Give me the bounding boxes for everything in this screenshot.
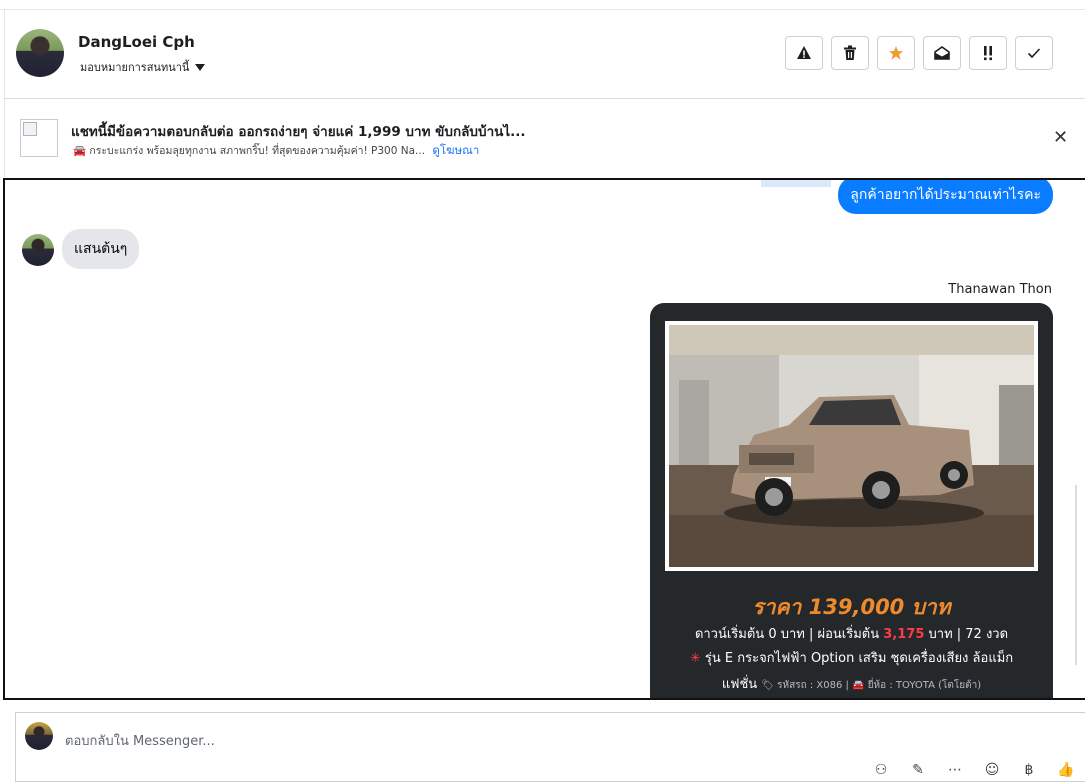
payment-icon: ฿	[1024, 762, 1034, 778]
add-contact-icon: ⚇	[874, 762, 888, 778]
sender-avatar	[22, 234, 54, 266]
thumbs-up-button[interactable]: 👍	[1057, 761, 1075, 779]
delete-button[interactable]	[831, 36, 869, 70]
message-thread[interactable]: ลูกค้าอยากได้ประมาณเท่าไรคะ แสนต้นๆ Than…	[3, 178, 1085, 700]
car-price: ราคา 139,000 บาท	[752, 595, 951, 619]
follow-up-icon	[984, 46, 992, 61]
report-button[interactable]	[785, 36, 823, 70]
trash-icon	[844, 45, 856, 60]
emoji-button[interactable]: ☺	[983, 761, 1001, 779]
close-icon[interactable]: ✕	[1053, 127, 1068, 148]
contact-avatar[interactable]	[16, 29, 64, 77]
contact-name[interactable]: DangLoei Cph	[78, 33, 195, 51]
star-button[interactable]	[877, 36, 915, 70]
more-icon: ⋯	[948, 762, 962, 778]
reply-input[interactable]: ตอบกลับใน Messenger...	[65, 730, 215, 751]
down-payment-text: ดาวน์เริ่มต้น 0 บาท | ผ่อนเริ่มต้น	[694, 627, 884, 642]
ad-title: แชทนี้มีข้อความตอบกลับต่อ ออกรถง่ายๆ จ่า…	[71, 124, 526, 140]
car-listing-card[interactable]: ราคา 139,000 บาท ดาวน์เริ่มต้น 0 บาท | ผ…	[650, 303, 1053, 698]
ad-subtitle-text: 🚘 กระบะแกร่ง พร้อมลุยทุกงาน สภาพกริ๊บ! ท…	[73, 145, 426, 157]
conversation-header: DangLoei Cph มอบหมายการสนทนานี้	[4, 10, 1085, 99]
pickup-truck-image	[669, 325, 1034, 567]
report-icon	[797, 46, 811, 59]
car-meta: 🏷 รหัสรถ : X086 | 🚘 ยี่ห้อ : TOYOTA (โตโ…	[761, 680, 982, 691]
spec-line: ✳ รุ่น E กระจกไฟฟ้า Option เสริม ชุดเครื…	[650, 647, 1053, 668]
outgoing-message[interactable]: ลูกค้าอยากได้ประมาณเท่าไรคะ	[838, 180, 1053, 214]
installment-amount: 3,175	[883, 627, 925, 642]
down-payment-line: ดาวน์เริ่มต้น 0 บาท | ผ่อนเริ่มต้น 3,175…	[650, 623, 1053, 644]
ad-thumbnail	[20, 119, 58, 157]
ad-reply-banner: แชทนี้มีข้อความตอบกลับต่อ ออกรถง่ายๆ จ่า…	[4, 99, 1085, 177]
mark-unread-icon	[934, 46, 950, 60]
thumbs-up-icon: 👍	[1057, 762, 1075, 778]
emoji-icon: ☺	[984, 762, 1000, 778]
installment-terms: บาท | 72 งวด	[924, 627, 1009, 642]
top-border	[0, 0, 1085, 10]
previous-message-edge	[761, 180, 831, 187]
car-photo[interactable]	[665, 321, 1038, 571]
assign-conversation-dropdown[interactable]: มอบหมายการสนทนานี้	[80, 58, 206, 76]
header-actions	[785, 36, 1053, 70]
sender-name: Thanawan Thon	[948, 282, 1052, 297]
incoming-message[interactable]: แสนต้นๆ	[62, 229, 140, 269]
follow-up-button[interactable]	[969, 36, 1007, 70]
star-icon	[888, 46, 904, 60]
more-button[interactable]: ⋯	[946, 761, 964, 779]
caret-down-icon	[195, 63, 206, 71]
reply-composer[interactable]: ตอบกลับใน Messenger... ⚇ ✎ ⋯ ☺ ฿ 👍	[15, 712, 1085, 782]
asterisk-icon: ✳	[689, 651, 701, 666]
spec-text: รุ่น E กระจกไฟฟ้า Option เสริม ชุดเครื่อ…	[704, 651, 1014, 666]
attachment-icon: ✎	[912, 762, 924, 778]
mark-done-button[interactable]	[1015, 36, 1053, 70]
attachment-button[interactable]: ✎	[909, 761, 927, 779]
side-panel-edge	[1075, 485, 1085, 665]
view-ad-link[interactable]: ดูโฆษณา	[432, 143, 479, 157]
page-avatar	[25, 722, 53, 750]
mark-unread-button[interactable]	[923, 36, 961, 70]
add-contact-button[interactable]: ⚇	[872, 761, 890, 779]
assign-label: มอบหมายการสนทนานี้	[80, 61, 190, 74]
ad-subtitle: 🚘 กระบะแกร่ง พร้อมลุยทุกงาน สภาพกริ๊บ! ท…	[73, 142, 479, 160]
spec-line-2: แฟชั่น 🏷 รหัสรถ : X086 | 🚘 ยี่ห้อ : TOYO…	[650, 673, 1053, 694]
composer-tools: ⚇ ✎ ⋯ ☺ ฿ 👍	[872, 761, 1075, 779]
spec-text-2: แฟชั่น	[721, 677, 758, 692]
payment-button[interactable]: ฿	[1020, 761, 1038, 779]
done-check-icon	[1027, 48, 1041, 59]
